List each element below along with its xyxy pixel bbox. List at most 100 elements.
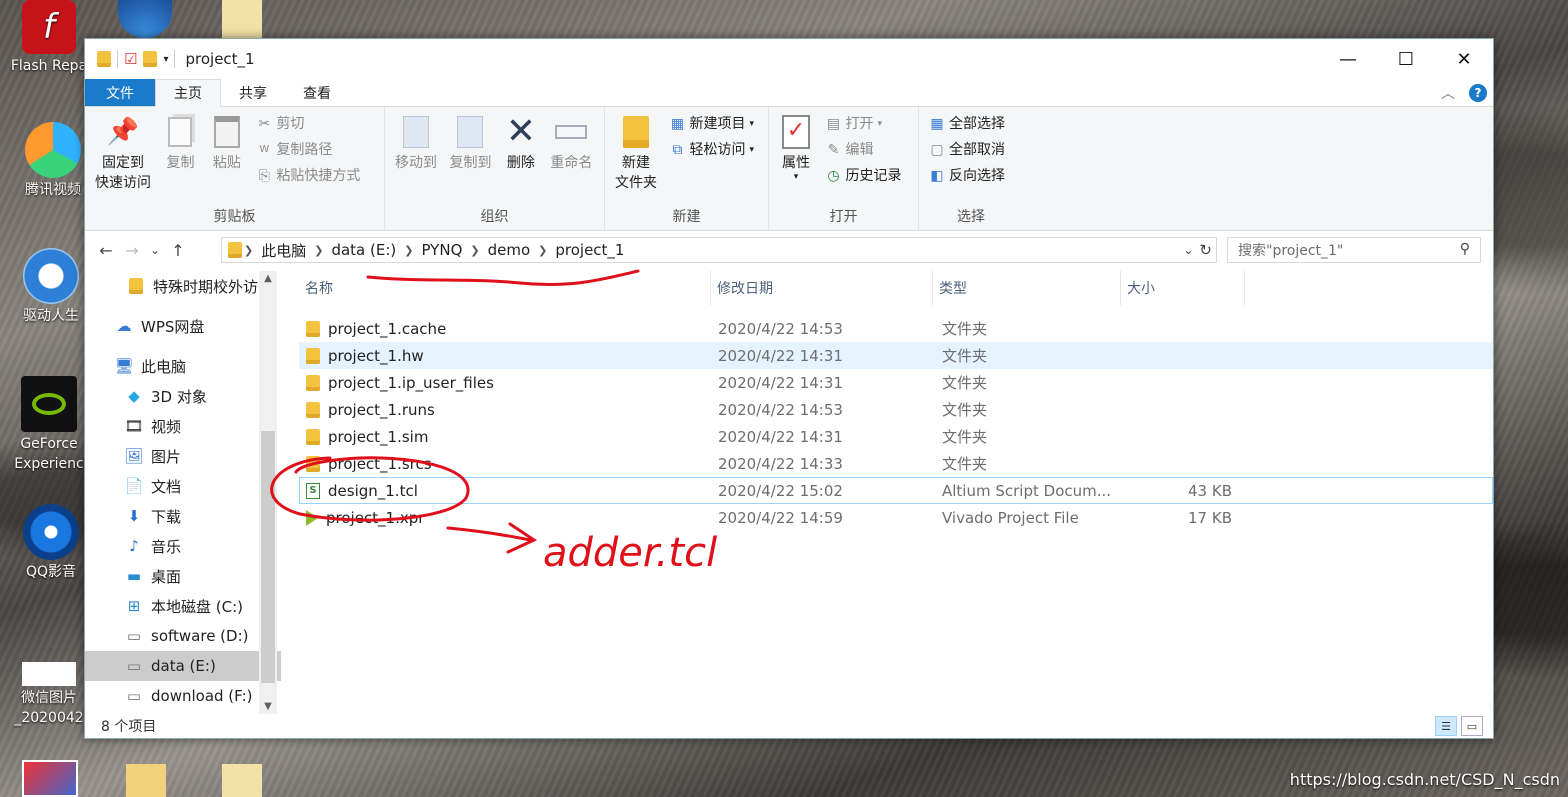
breadcrumb-demo[interactable]: demo (482, 241, 537, 259)
title-bar[interactable]: ☑ ▾ project_1 — ☐ ✕ (85, 39, 1493, 79)
details-view-icon[interactable]: ☰ (1435, 716, 1457, 736)
table-row[interactable]: project_1.hw 2020/4/22 14:31 文件夹 (299, 342, 1493, 369)
desktop-icon-qqplayer[interactable]: QQ影音 (6, 504, 96, 582)
back-button[interactable]: ← (93, 241, 119, 260)
large-icons-view-icon[interactable]: ▭ (1461, 716, 1483, 736)
search-icon[interactable]: ⚲ (1460, 241, 1470, 257)
paste-shortcut-button[interactable]: ⎘ 粘贴快捷方式 (256, 165, 361, 187)
organize-group-label: 组织 (480, 209, 509, 225)
chevron-right-icon[interactable]: ❯ (536, 244, 549, 257)
tab-share[interactable]: 共享 (221, 79, 285, 106)
sidebar-item-campus-access[interactable]: 特殊时期校外访问 (85, 271, 281, 301)
move-to-button[interactable]: 移动到 (395, 113, 437, 173)
column-size[interactable]: 大小 (1121, 271, 1245, 305)
recent-locations-button[interactable]: ⌄ (145, 243, 165, 257)
address-history-dropdown-icon[interactable]: ⌄ (1183, 243, 1193, 257)
edit-button[interactable]: ✎ 编辑 (825, 139, 901, 161)
desktop-icon-partial-2[interactable] (126, 764, 166, 797)
new-folder-icon[interactable] (143, 51, 158, 67)
properties-check-icon: ✓ (779, 113, 813, 151)
select-none-button[interactable]: ▢ 全部取消 (929, 139, 1005, 161)
sidebar-item-wps-drive[interactable]: ☁ WPS网盘 (85, 311, 281, 341)
sidebar-item-downloads[interactable]: ⬇ 下载 (85, 501, 281, 531)
desktop-icon-driver[interactable]: 驱动人生 (6, 248, 96, 326)
navigation-pane[interactable]: 特殊时期校外访问 ☁ WPS网盘 🖥 此电脑 ◆ 3D 对象 🎞 视频 🖼 图片 📄 文档 … (85, 271, 281, 714)
collapse-ribbon-icon[interactable]: ︿ (1441, 83, 1455, 103)
desktop-icon-partial-1[interactable] (22, 760, 78, 797)
desktop-icon-flash[interactable]: f Flash Repa (4, 0, 94, 76)
breadcrumb-this-pc[interactable]: 此电脑 (255, 240, 312, 261)
file-list[interactable]: 名称 修改日期 类型 大小 project_1.cache 2020/4/22 … (299, 271, 1493, 714)
sidebar-item-documents[interactable]: 📄 文档 (85, 471, 281, 501)
open-button[interactable]: ▤ 打开 ▾ (825, 113, 901, 135)
sidebar-item-drive-c[interactable]: ⊞ 本地磁盘 (C:) (85, 591, 281, 621)
ribbon-tabs: 文件 主页 共享 查看 ︿ ? (85, 79, 1493, 107)
chevron-right-icon[interactable]: ❯ (468, 244, 481, 257)
chevron-right-icon[interactable]: ❯ (312, 244, 325, 257)
forward-button[interactable]: → (119, 241, 145, 260)
sidebar-item-pictures[interactable]: 🖼 图片 (85, 441, 281, 471)
table-row[interactable]: project_1.sim 2020/4/22 14:31 文件夹 (299, 423, 1493, 450)
scroll-up-icon[interactable]: ▲ (259, 273, 277, 284)
breadcrumb-data-e[interactable]: data (E:) (325, 241, 402, 259)
chevron-right-icon[interactable]: ❯ (402, 244, 415, 257)
explorer-window[interactable]: ☑ ▾ project_1 — ☐ ✕ 文件 主页 共享 查看 ︿ ? 📌 固定… (84, 38, 1494, 739)
search-box[interactable]: 搜索"project_1" ⚲ (1227, 237, 1481, 263)
close-button[interactable]: ✕ (1435, 39, 1493, 79)
new-item-button[interactable]: ▦ 新建项目 ▾ (669, 113, 754, 135)
tab-home[interactable]: 主页 (155, 79, 221, 107)
navigation-scrollbar[interactable]: ▲ ▼ (259, 271, 277, 714)
sidebar-item-desktop[interactable]: ▬ 桌面 (85, 561, 281, 591)
table-row[interactable]: project_1.cache 2020/4/22 14:53 文件夹 (299, 315, 1493, 342)
copy-to-button[interactable]: 复制到 (449, 113, 491, 173)
desktop-icon-partial-3[interactable] (222, 764, 262, 797)
scroll-down-icon[interactable]: ▼ (259, 701, 277, 712)
history-button[interactable]: ◷ 历史记录 (825, 165, 901, 187)
scrollbar-thumb[interactable] (261, 431, 275, 683)
sidebar-item-drive-d[interactable]: ▭ software (D:) (85, 621, 281, 651)
chevron-right-icon[interactable]: ❯ (242, 244, 255, 257)
desktop-icon-wechat-image[interactable]: 微信图片 _2020042 (4, 662, 94, 728)
sidebar-item-music[interactable]: ♪ 音乐 (85, 531, 281, 561)
sidebar-item-this-pc[interactable]: 🖥 此电脑 (85, 351, 281, 381)
column-name[interactable]: 名称 (299, 271, 711, 305)
new-folder-button[interactable]: 新建 文件夹 (615, 113, 657, 193)
delete-button[interactable]: ✕ 删除 (504, 113, 538, 173)
properties-check-icon[interactable]: ☑ (124, 50, 137, 68)
address-bar[interactable]: ❯ 此电脑 ❯ data (E:) ❯ PYNQ ❯ demo ❯ projec… (221, 237, 1217, 263)
easy-access-button[interactable]: ⧉ 轻松访问 ▾ (669, 139, 754, 161)
customize-toolbar-icon[interactable]: ▾ (163, 54, 168, 65)
table-row[interactable]: project_1.xpr 2020/4/22 14:59 Vivado Pro… (299, 504, 1493, 531)
pin-quick-access-button[interactable]: 📌 固定到 快速访问 (95, 113, 151, 193)
refresh-icon[interactable]: ↻ (1199, 241, 1212, 259)
column-modified[interactable]: 修改日期 (711, 271, 933, 305)
help-icon[interactable]: ? (1469, 84, 1487, 102)
cut-button[interactable]: ✂ 剪切 (256, 113, 360, 135)
table-row[interactable]: Sdesign_1.tcl 2020/4/22 15:02 Altium Scr… (299, 477, 1493, 504)
desktop-icon-top-2[interactable] (222, 0, 262, 38)
breadcrumb-pynq[interactable]: PYNQ (415, 241, 468, 259)
column-headers: 名称 修改日期 类型 大小 (299, 271, 1493, 305)
sidebar-item-videos[interactable]: 🎞 视频 (85, 411, 281, 441)
desktop-icon-geforce[interactable]: GeForce Experienc (4, 376, 94, 474)
column-type[interactable]: 类型 (933, 271, 1121, 305)
table-row[interactable]: project_1.srcs 2020/4/22 14:33 文件夹 (299, 450, 1493, 477)
rename-button[interactable]: 重命名 (550, 113, 592, 173)
table-row[interactable]: project_1.ip_user_files 2020/4/22 14:31 … (299, 369, 1493, 396)
table-row[interactable]: project_1.runs 2020/4/22 14:53 文件夹 (299, 396, 1493, 423)
select-all-button[interactable]: ▦ 全部选择 (929, 113, 1005, 135)
copy-button[interactable]: 复制 (163, 113, 197, 173)
invert-selection-button[interactable]: ◧ 反向选择 (929, 165, 1005, 187)
up-button[interactable]: ↑ (165, 241, 191, 260)
copy-path-button[interactable]: W 复制路径 (256, 139, 360, 161)
minimize-button[interactable]: — (1319, 39, 1377, 79)
paste-button[interactable]: 粘贴 (210, 113, 244, 173)
sidebar-item-3d-objects[interactable]: ◆ 3D 对象 (85, 381, 281, 411)
sidebar-item-drive-e[interactable]: ▭ data (E:) (85, 651, 281, 681)
tab-file[interactable]: 文件 (85, 79, 155, 106)
properties-button[interactable]: ✓ 属性 ▾ (779, 113, 813, 182)
maximize-button[interactable]: ☐ (1377, 39, 1435, 79)
breadcrumb-project-1[interactable]: project_1 (549, 241, 630, 259)
sidebar-item-drive-f[interactable]: ▭ download (F:) (85, 681, 281, 711)
tab-view[interactable]: 查看 (285, 79, 349, 106)
